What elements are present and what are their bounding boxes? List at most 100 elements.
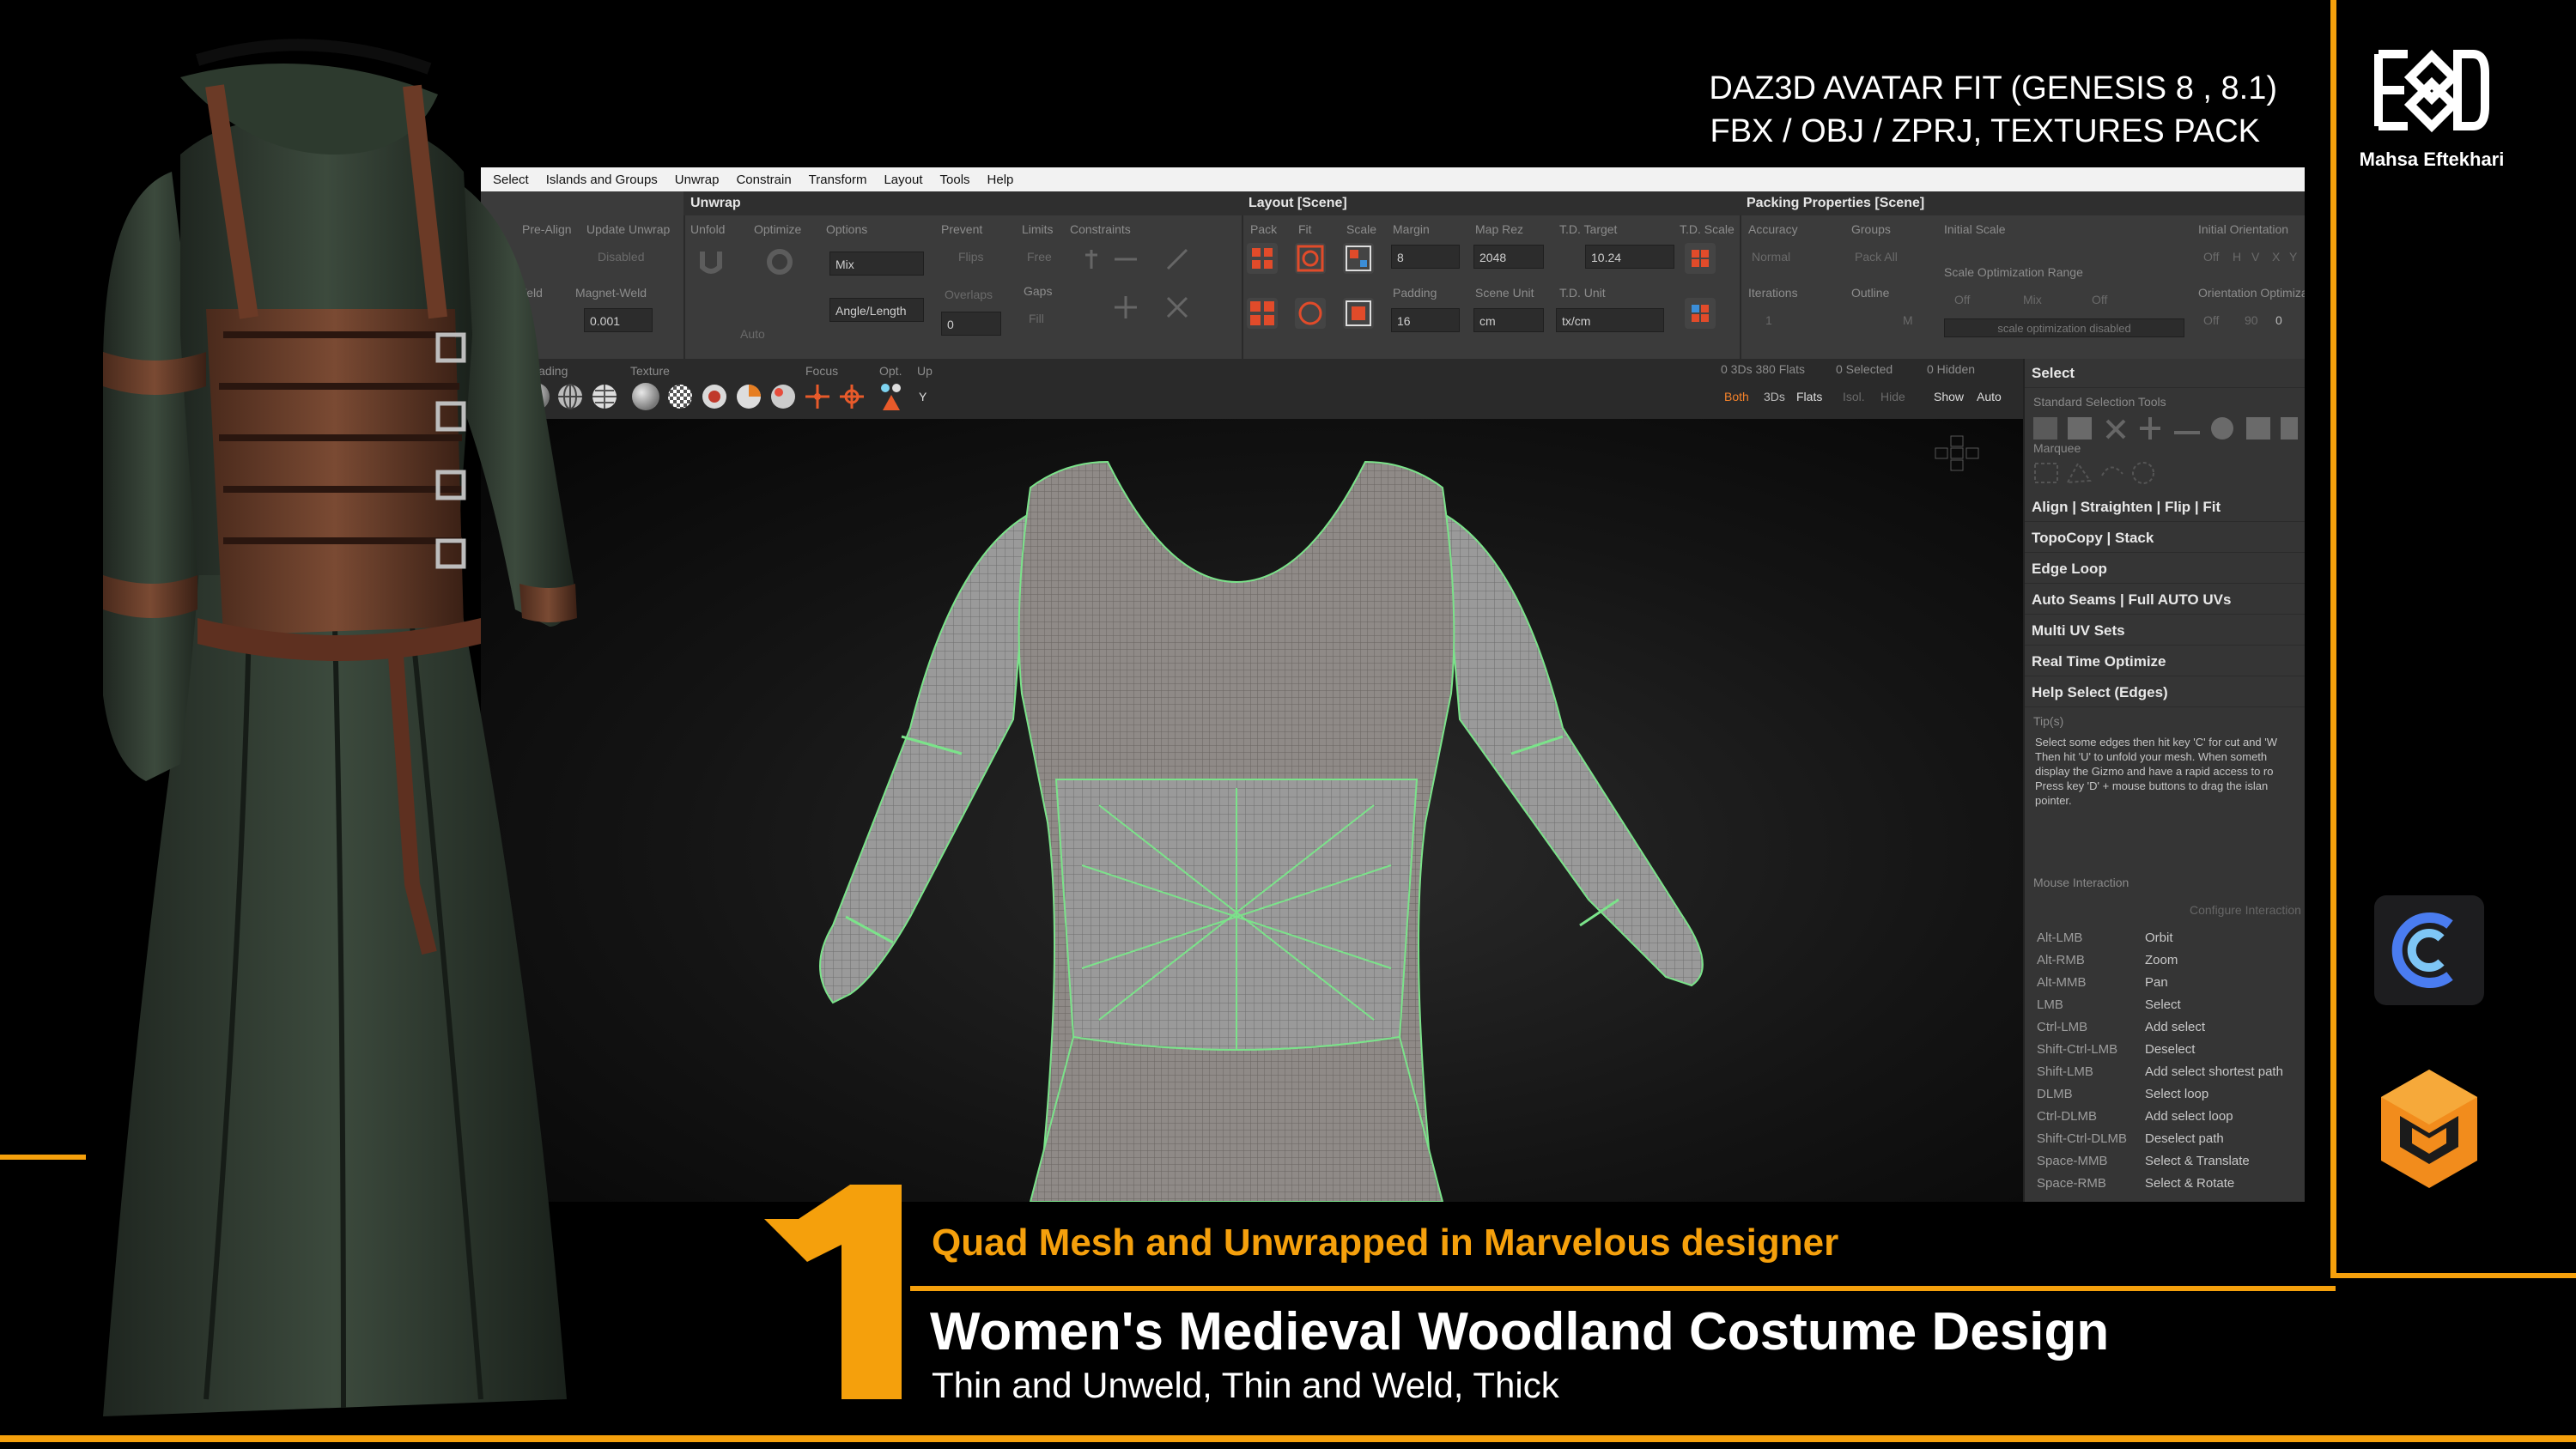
- scale-range-off[interactable]: Off: [1954, 293, 1970, 306]
- label-disabled[interactable]: Disabled: [598, 250, 644, 264]
- dress-mesh[interactable]: [550, 436, 2009, 1202]
- banner-number: 1: [816, 1185, 821, 1194]
- td-scale-apply-button[interactable]: [1685, 298, 1716, 329]
- section-align[interactable]: Align | Straighten | Flip | Fit: [2025, 493, 2305, 522]
- unwrap-title: Unwrap: [683, 191, 1242, 215]
- label-opt: Opt.: [879, 364, 902, 378]
- selection-tools-icons[interactable]: [2033, 414, 2300, 443]
- label-scene-unit: Scene Unit: [1475, 286, 1534, 300]
- scene-unit-select[interactable]: cm: [1473, 308, 1544, 332]
- section-edge-loop[interactable]: Edge Loop: [2025, 555, 2305, 584]
- section-multi-uv[interactable]: Multi UV Sets: [2025, 616, 2305, 646]
- map-rez-input[interactable]: 2048: [1473, 245, 1544, 269]
- select-panel: Select Standard Selection Tools Marquee …: [2023, 359, 2305, 1202]
- scale-range-mix[interactable]: Mix: [2023, 293, 2042, 306]
- iterations-input[interactable]: 1: [1765, 313, 1772, 327]
- section-topocopy[interactable]: TopoCopy | Stack: [2025, 524, 2305, 553]
- orient-opt-90[interactable]: 90: [2245, 313, 2258, 327]
- focus-all-icon[interactable]: [804, 383, 831, 410]
- hide-button[interactable]: Hide: [1880, 390, 1905, 403]
- orientation-h[interactable]: H: [2233, 250, 2241, 264]
- mouse-row: Alt-LMB Orbit: [2025, 927, 2305, 949]
- pack-icon: [1252, 248, 1273, 269]
- unfold-icon[interactable]: [696, 246, 726, 277]
- header-line-1: DAZ3D AVATAR FIT (GENESIS 8 , 8.1): [1709, 70, 2277, 106]
- label-overlaps[interactable]: Overlaps: [945, 288, 993, 301]
- mouse-row: Shift-Ctrl-DLMB Deselect path: [2025, 1128, 2305, 1150]
- label-free[interactable]: Free: [1027, 250, 1052, 264]
- label-texture: Texture: [630, 364, 670, 378]
- options-mix-select[interactable]: Mix: [829, 252, 924, 276]
- up-axis-select[interactable]: Y: [919, 390, 927, 403]
- td-scale-button[interactable]: [1685, 243, 1716, 274]
- section-help-select[interactable]: Help Select (Edges): [2025, 678, 2305, 707]
- label-initial-scale: Initial Scale: [1944, 222, 2006, 236]
- pack-all-select[interactable]: Pack All: [1855, 250, 1898, 264]
- mouse-key: Space-RMB: [2037, 1176, 2106, 1191]
- mouse-row: Ctrl-LMB Add select: [2025, 1016, 2305, 1039]
- filter-flats-button[interactable]: Flats: [1796, 390, 1822, 403]
- orientation-y[interactable]: Y: [2289, 250, 2297, 264]
- scale-fit-button[interactable]: [1343, 298, 1374, 329]
- texture-sphere-icon[interactable]: [632, 383, 659, 410]
- outline-m[interactable]: M: [1903, 313, 1913, 327]
- orientation-off[interactable]: Off: [2203, 250, 2219, 264]
- label-scale: Scale: [1346, 222, 1377, 236]
- section-auto-seams[interactable]: Auto Seams | Full AUTO UVs: [2025, 585, 2305, 615]
- scale-optimization-field[interactable]: scale optimization disabled: [1944, 318, 2184, 337]
- menu-transform[interactable]: Transform: [809, 173, 867, 187]
- scale-button[interactable]: [1343, 243, 1374, 274]
- section-realtime-optimize[interactable]: Real Time Optimize: [2025, 647, 2305, 676]
- fit-scale-button[interactable]: [1295, 298, 1326, 329]
- frame-line-bottom: [0, 1435, 2576, 1442]
- menu-constrain[interactable]: Constrain: [736, 173, 791, 187]
- label-flips[interactable]: Flips: [958, 250, 984, 264]
- label-fill[interactable]: Fill: [1029, 312, 1044, 325]
- menu-help[interactable]: Help: [987, 173, 1014, 187]
- show-button[interactable]: Show: [1934, 390, 1964, 403]
- td-unit-select[interactable]: tx/cm: [1556, 308, 1664, 332]
- texture-red-sphere-icon[interactable]: [701, 383, 728, 410]
- pack-scale-button[interactable]: [1247, 298, 1278, 329]
- orientation-v[interactable]: V: [2251, 250, 2259, 264]
- constraint-pin-icon[interactable]: [1078, 246, 1104, 272]
- focus-selected-icon[interactable]: [838, 383, 866, 410]
- auto-button[interactable]: Auto: [1977, 390, 2002, 403]
- td-target-input[interactable]: 10.24: [1585, 245, 1674, 269]
- constraint-x-icon[interactable]: [1164, 294, 1190, 320]
- mouse-key: Alt-MMB: [2037, 975, 2087, 990]
- scale-range-off-2[interactable]: Off: [2092, 293, 2107, 306]
- marquee-tools-icons[interactable]: [2033, 458, 2171, 488]
- configure-interaction-link[interactable]: Configure Interaction: [2190, 903, 2301, 917]
- optimize-icon[interactable]: [764, 246, 795, 277]
- filter-both-button[interactable]: Both: [1724, 390, 1749, 403]
- texture-mix-sphere-icon[interactable]: [769, 383, 797, 410]
- fit-button[interactable]: [1295, 243, 1326, 274]
- menu-tools[interactable]: Tools: [940, 173, 970, 187]
- options-angle-select[interactable]: Angle/Length: [829, 298, 924, 322]
- checker-sphere-icon[interactable]: [666, 383, 694, 410]
- constraint-diag-icon[interactable]: [1164, 246, 1190, 272]
- constraint-cross-icon[interactable]: [1113, 294, 1139, 320]
- menu-unwrap[interactable]: Unwrap: [675, 173, 720, 187]
- pack-button[interactable]: [1247, 243, 1278, 274]
- margin-input[interactable]: 8: [1391, 245, 1460, 269]
- label-auto[interactable]: Auto: [740, 327, 765, 341]
- padding-input[interactable]: 16: [1391, 308, 1460, 332]
- filter-3ds-button[interactable]: 3Ds: [1764, 390, 1785, 403]
- menu-layout[interactable]: Layout: [884, 173, 922, 187]
- isolate-button[interactable]: Isol.: [1843, 390, 1865, 403]
- opt-indicator-icon[interactable]: [878, 379, 905, 414]
- overlaps-input[interactable]: 0: [941, 312, 1001, 336]
- orientation-x[interactable]: X: [2272, 250, 2280, 264]
- label-up: Up: [917, 364, 933, 378]
- label-constraints: Constraints: [1070, 222, 1131, 236]
- mouse-key: Space-MMB: [2037, 1154, 2108, 1168]
- orient-opt-off[interactable]: Off: [2203, 313, 2219, 327]
- texture-orange-sphere-icon[interactable]: [735, 383, 762, 410]
- orient-opt-0[interactable]: 0: [2275, 313, 2282, 327]
- label-orientation-opt: Orientation Optimization: [2198, 286, 2305, 300]
- constraint-line-icon[interactable]: [1113, 246, 1139, 272]
- accuracy-select[interactable]: Normal: [1752, 250, 1790, 264]
- 3d-viewport[interactable]: [481, 419, 2023, 1202]
